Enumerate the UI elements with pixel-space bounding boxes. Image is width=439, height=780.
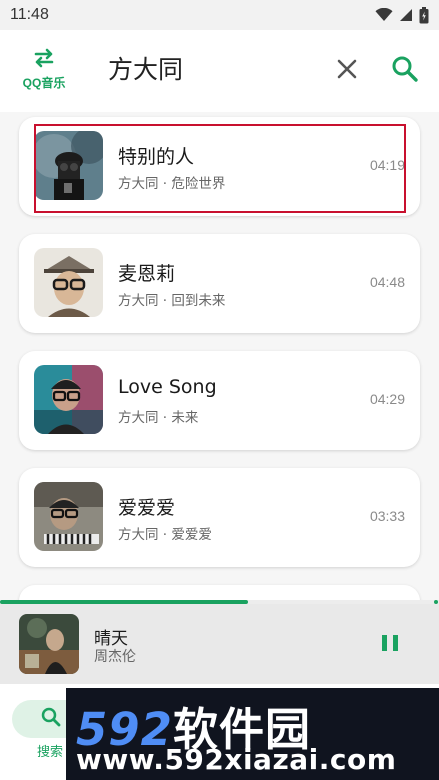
app-label: QQ音乐 xyxy=(22,76,66,90)
song-item[interactable]: Love Song 方大同 · 未来 04:29 xyxy=(19,351,420,450)
status-time: 11:48 xyxy=(10,6,49,23)
search-header: QQ音乐 方大同 xyxy=(0,30,439,112)
search-button[interactable] xyxy=(389,53,421,85)
song-item[interactable]: 特别的人 方大同 · 危险世界 04:19 xyxy=(19,117,420,216)
pause-icon xyxy=(376,635,404,662)
search-input[interactable]: 方大同 xyxy=(108,50,183,90)
battery-icon xyxy=(419,6,429,24)
song-item[interactable]: 爱爱爱 方大同 · 爱爱爱 03:33 xyxy=(19,468,420,567)
search-icon xyxy=(389,56,421,89)
now-playing-artist: 周杰伦 xyxy=(94,649,136,665)
watermark-banner: 592软件园 www.592xiazai.com xyxy=(66,688,439,780)
song-item[interactable]: 麦恩莉 方大同 · 回到未来 04:48 xyxy=(19,234,420,333)
song-subtitle: 方大同 · 未来 xyxy=(118,410,199,426)
song-duration: 04:29 xyxy=(369,391,405,407)
watermark-url: www.592xiazai.com xyxy=(76,743,397,776)
close-icon xyxy=(332,59,362,88)
song-subtitle: 方大同 · 危险世界 xyxy=(118,176,226,192)
clear-button[interactable] xyxy=(332,54,362,84)
song-title: 特别的人 xyxy=(118,146,195,168)
nav-search-label: 搜索 xyxy=(37,745,64,760)
song-title: 麦恩莉 xyxy=(118,263,176,285)
song-subtitle: 方大同 · 爱爱爱 xyxy=(118,527,212,543)
song-duration: 04:48 xyxy=(369,274,405,290)
app-logo[interactable]: QQ音乐 xyxy=(14,48,74,98)
status-icons xyxy=(375,6,429,24)
song-title: Love Song xyxy=(118,376,217,398)
swap-arrows-icon xyxy=(32,48,56,72)
song-duration: 04:19 xyxy=(369,157,405,173)
song-list: 特别的人 方大同 · 危险世界 04:19 麦恩莉 方大同 · 回到未来 04:… xyxy=(0,112,439,602)
search-icon xyxy=(40,706,62,732)
signal-icon xyxy=(399,8,413,22)
wifi-icon xyxy=(375,8,393,22)
album-cover xyxy=(34,365,103,434)
album-cover xyxy=(34,248,103,317)
song-subtitle: 方大同 · 回到未来 xyxy=(118,293,226,309)
pause-button[interactable] xyxy=(376,628,404,658)
status-bar: 11:48 xyxy=(0,0,439,30)
mini-player[interactable]: 晴天 周杰伦 xyxy=(0,604,439,684)
song-title: 爱爱爱 xyxy=(118,497,176,519)
now-playing-cover xyxy=(19,614,79,674)
album-cover xyxy=(34,131,103,200)
song-duration: 03:33 xyxy=(369,508,405,524)
album-cover xyxy=(34,482,103,551)
